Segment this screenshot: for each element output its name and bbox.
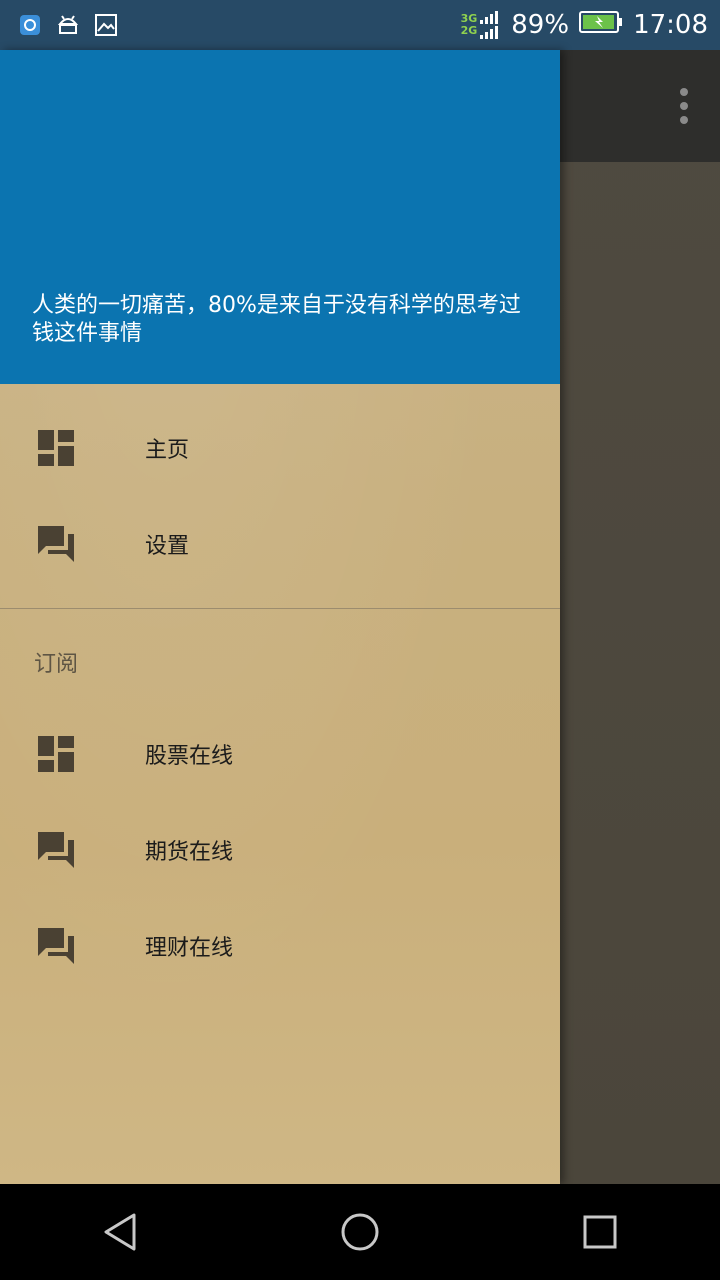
menu-item-stocks-online[interactable]: 股票在线 — [0, 706, 560, 802]
menu-item-futures-online[interactable]: 期货在线 — [0, 802, 560, 898]
app-notification-icon — [18, 13, 42, 37]
section-title-subscriptions: 订阅 — [34, 652, 79, 677]
navigation-drawer: 人类的一切痛苦，80%是来自于没有科学的思考过钱这件事情 主页 设置 订阅 股票… — [0, 50, 560, 1184]
drawer-header-quote: 人类的一切痛苦，80%是来自于没有科学的思考过钱这件事情 — [32, 293, 521, 346]
forum-icon — [38, 526, 74, 562]
android-icon — [56, 13, 80, 37]
menu-item-label: 股票在线 — [145, 744, 234, 769]
image-icon — [94, 13, 118, 37]
menu-item-label: 主页 — [145, 438, 190, 463]
signal-icon — [480, 11, 499, 39]
menu-item-home[interactable]: 主页 — [0, 400, 560, 496]
network-type-bottom: 2G — [460, 24, 478, 37]
menu-item-label: 设置 — [145, 534, 190, 559]
battery-charging-icon — [579, 10, 623, 40]
forum-icon — [38, 832, 74, 868]
recents-icon[interactable] — [576, 1208, 624, 1256]
dashboard-icon — [38, 430, 74, 466]
more-vert-icon[interactable] — [672, 88, 696, 124]
system-nav-bar — [0, 1184, 720, 1280]
status-bar: 3G 2G 89% 17:08 — [0, 0, 720, 50]
home-icon[interactable] — [336, 1208, 384, 1256]
clock: 17:08 — [633, 10, 708, 40]
menu-item-label: 期货在线 — [145, 840, 234, 865]
dashboard-icon — [38, 736, 74, 772]
battery-percent: 89% — [511, 10, 570, 40]
menu-item-settings[interactable]: 设置 — [0, 496, 560, 592]
signal-indicator: 3G 2G — [461, 11, 502, 39]
menu-item-wealth-online[interactable]: 理财在线 — [0, 898, 560, 994]
menu-item-label: 理财在线 — [145, 936, 234, 961]
forum-icon — [38, 928, 74, 964]
drawer-divider — [0, 608, 560, 609]
back-icon[interactable] — [96, 1208, 144, 1256]
drawer-header: 人类的一切痛苦，80%是来自于没有科学的思考过钱这件事情 — [0, 50, 560, 384]
